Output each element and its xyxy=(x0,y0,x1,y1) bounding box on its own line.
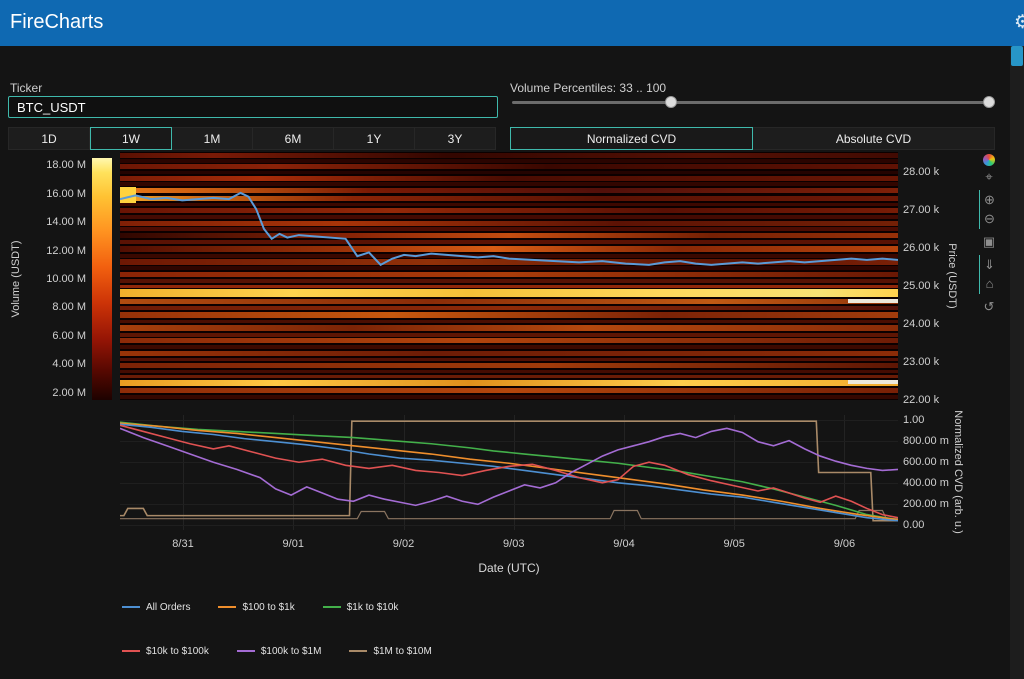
modebar-group: ↺ xyxy=(979,297,999,317)
reset-axes-icon[interactable]: ↺ xyxy=(981,299,997,315)
volume-heatmap[interactable] xyxy=(120,152,898,400)
volume-tick: 4.00 M xyxy=(52,358,86,370)
zoom-out-icon[interactable]: ⊖ xyxy=(982,211,998,227)
app-header: FireCharts ⚙ xyxy=(0,0,1024,46)
legend-label: $1k to $10k xyxy=(347,602,399,613)
slider-handle-high[interactable] xyxy=(983,96,995,108)
cvd-tick: 1.00 xyxy=(903,414,924,426)
date-tick: 9/06 xyxy=(834,538,855,550)
ticker-label: Ticker xyxy=(10,81,42,95)
series-baseline-pulses xyxy=(120,510,898,518)
chart-legend: All Orders $100 to $1k $1k to $10k $10k to … xyxy=(122,600,432,679)
timeframe-3y[interactable]: 3Y xyxy=(415,127,496,150)
home-icon[interactable]: ⌂ xyxy=(982,276,998,292)
volume-tick: 8.00 M xyxy=(52,301,86,313)
volume-tick: 6.00 M xyxy=(52,330,86,342)
pan-icon[interactable]: ⌖ xyxy=(981,169,997,185)
cvd-line-chart[interactable] xyxy=(120,415,898,530)
cvd-series-lines xyxy=(120,415,898,530)
date-axis-ticks: 8/31 9/01 9/02 9/03 9/04 9/05 9/06 xyxy=(120,538,898,552)
date-tick: 9/02 xyxy=(393,538,414,550)
legend-item-1m-to-10m[interactable]: $1M to $10M xyxy=(349,646,431,657)
legend-item-100k-to-1m[interactable]: $100k to $1M xyxy=(237,646,322,657)
legend-swatch xyxy=(237,650,255,652)
volume-tick: 16.00 M xyxy=(46,188,86,200)
legend-swatch xyxy=(323,606,341,608)
cvd-tick: 600.00 m xyxy=(903,456,949,468)
zoom-in-icon[interactable]: ⊕ xyxy=(982,192,998,208)
slider-handle-low[interactable] xyxy=(665,96,677,108)
volume-colorbar xyxy=(92,158,112,400)
date-tick: 8/31 xyxy=(172,538,193,550)
modebar-group: ▣ xyxy=(979,232,999,252)
legend-label: All Orders xyxy=(146,602,190,613)
volume-colorbar-ticks: 18.00 M 16.00 M 14.00 M 12.00 M 10.00 M 8.00 … xyxy=(28,158,86,400)
modebar-group: ⌖ xyxy=(979,152,999,187)
timeframe-1y[interactable]: 1Y xyxy=(334,127,415,150)
timeframe-1d[interactable]: 1D xyxy=(8,127,90,150)
box-select-icon[interactable]: ▣ xyxy=(981,234,997,250)
date-tick: 9/03 xyxy=(503,538,524,550)
legend-item-100-to-1k[interactable]: $100 to $1k xyxy=(218,602,294,613)
legend-item-10k-to-100k[interactable]: $10k to $100k xyxy=(122,646,209,657)
date-axis-label: Date (UTC) xyxy=(478,561,539,575)
price-tick: 28.00 k xyxy=(903,166,939,178)
download-icon[interactable]: ⇓ xyxy=(982,257,998,273)
price-tick: 23.00 k xyxy=(903,356,939,368)
scrollbar-thumb[interactable] xyxy=(1011,46,1023,66)
firecharts-app: FireCharts ⚙ Ticker Volume Percentiles: … xyxy=(0,0,1024,679)
cvd-mode-normalized-cvd[interactable]: Normalized CVD xyxy=(510,127,753,150)
legend-label: $100k to $1M xyxy=(261,646,322,657)
price-tick: 24.00 k xyxy=(903,318,939,330)
timeframe-buttons: 1D1W1M6M1Y3Y xyxy=(8,127,496,150)
volume-tick: 2.00 M xyxy=(52,387,86,399)
price-tick: 25.00 k xyxy=(903,280,939,292)
legend-swatch xyxy=(122,606,140,608)
volume-tick: 18.00 M xyxy=(46,159,86,171)
cvd-tick: 800.00 m xyxy=(903,435,949,447)
timeframe-1w[interactable]: 1W xyxy=(90,127,172,150)
series-all-orders xyxy=(120,424,898,521)
legend-label: $100 to $1k xyxy=(242,602,294,613)
gear-icon[interactable]: ⚙ xyxy=(1014,11,1024,34)
legend-item-all-orders[interactable]: All Orders xyxy=(122,602,190,613)
ticker-input[interactable] xyxy=(8,96,498,118)
slider-track[interactable] xyxy=(512,101,995,104)
modebar-group: ⇓⌂ xyxy=(979,255,999,294)
volume-tick: 10.00 M xyxy=(46,273,86,285)
cvd-tick: 200.00 m xyxy=(903,498,949,510)
legend-swatch xyxy=(218,606,236,608)
legend-item-1k-to-10k[interactable]: $1k to $10k xyxy=(323,602,399,613)
price-axis-label: Price (USDT) xyxy=(946,243,958,308)
plotly-modebar: ⌖⊕⊖▣⇓⌂↺ xyxy=(979,152,999,317)
cvd-axis-label: Normalized CVD (arb. u.) xyxy=(952,410,964,533)
legend-swatch xyxy=(122,650,140,652)
legend-label: $10k to $100k xyxy=(146,646,209,657)
cvd-mode-buttons: Normalized CVDAbsolute CVD xyxy=(510,127,995,150)
app-title[interactable]: FireCharts xyxy=(10,11,103,34)
price-tick: 26.00 k xyxy=(903,242,939,254)
legend-swatch xyxy=(349,650,367,652)
legend-label: $1M to $10M xyxy=(373,646,431,657)
volume-tick: 12.00 M xyxy=(46,245,86,257)
page-scrollbar[interactable] xyxy=(1010,46,1024,679)
price-tick: 22.00 k xyxy=(903,394,939,406)
date-tick: 9/04 xyxy=(613,538,634,550)
volume-tick: 14.00 M xyxy=(46,216,86,228)
modebar-group: ⊕⊖ xyxy=(979,190,999,229)
price-tick: 27.00 k xyxy=(903,204,939,216)
cvd-mode-absolute-cvd[interactable]: Absolute CVD xyxy=(753,127,995,150)
volume-percentiles-slider[interactable] xyxy=(512,93,995,111)
cvd-tick: 0.00 xyxy=(903,519,924,531)
volume-axis-label: Volume (USDT) xyxy=(10,240,22,317)
date-tick: 9/05 xyxy=(724,538,745,550)
series-1m-to-10m xyxy=(120,421,898,521)
timeframe-6m[interactable]: 6M xyxy=(253,127,334,150)
plotly-logo-icon[interactable] xyxy=(983,154,995,166)
price-line xyxy=(120,152,898,400)
date-tick: 9/01 xyxy=(283,538,304,550)
timeframe-1m[interactable]: 1M xyxy=(172,127,253,150)
cvd-tick: 400.00 m xyxy=(903,477,949,489)
